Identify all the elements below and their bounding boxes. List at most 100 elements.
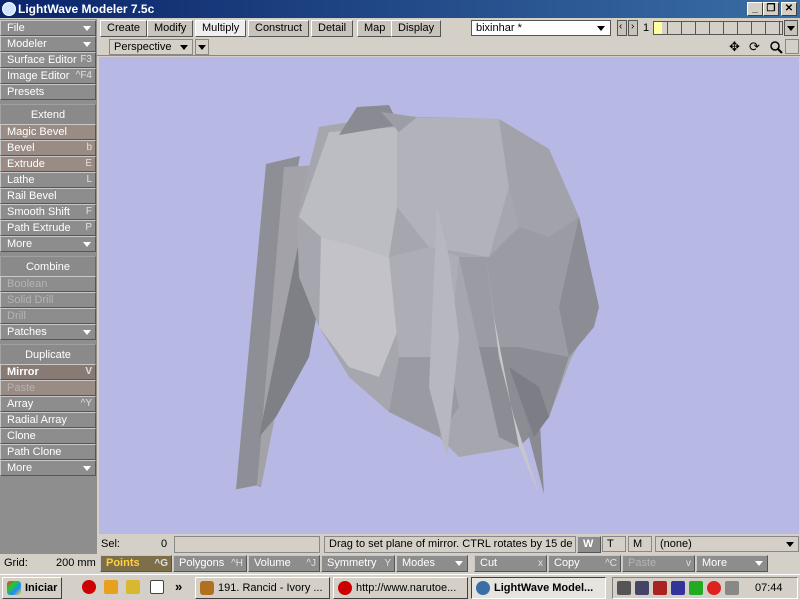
view-mode-select[interactable]: Perspective xyxy=(109,39,193,55)
w-toggle[interactable]: W xyxy=(577,536,601,553)
taskbar-item-winamp[interactable]: 191. Rancid - Ivory ... xyxy=(195,577,330,599)
quicklaunch-icon[interactable] xyxy=(150,580,164,594)
winamp-icon xyxy=(200,581,214,595)
tray-icon[interactable] xyxy=(707,581,721,595)
opera-quicklaunch-icon[interactable] xyxy=(82,580,96,594)
file-menu[interactable]: File xyxy=(0,20,96,36)
m-toggle[interactable]: M xyxy=(628,536,652,552)
chevron-down-icon xyxy=(83,26,91,31)
modeler-menu[interactable]: Modeler xyxy=(0,36,96,52)
arrow-left-icon: ‹ xyxy=(619,21,623,32)
duplicate-section-header: Duplicate xyxy=(0,344,96,366)
mirror-button[interactable]: Mirror V xyxy=(0,364,96,380)
polygons-label: Polygons xyxy=(179,557,225,569)
modes-menu[interactable]: Modes xyxy=(396,555,468,572)
smooth-shift-button[interactable]: Smooth Shift F xyxy=(0,204,96,220)
layer-menu-button[interactable] xyxy=(784,20,798,36)
paste-button-bottom[interactable]: Paste v xyxy=(622,555,695,572)
object-select[interactable]: bixinhar * xyxy=(471,20,611,36)
copy-button[interactable]: Copy ^C xyxy=(548,555,621,572)
tray-icon[interactable] xyxy=(671,581,685,595)
presets-label: Presets xyxy=(7,86,45,98)
zoom-view-icon[interactable] xyxy=(769,40,783,54)
surface-editor-button[interactable]: Surface Editor F3 xyxy=(0,52,96,68)
move-view-icon[interactable]: ✥ xyxy=(729,39,740,55)
extrude-label: Extrude xyxy=(7,158,45,170)
tab-multiply[interactable]: Multiply xyxy=(195,20,247,37)
tool-sidebar: File Modeler Surface Editor F3 Image Edit… xyxy=(0,19,97,554)
rail-bevel-button[interactable]: Rail Bevel xyxy=(0,188,96,204)
image-editor-button[interactable]: Image Editor ^F4 xyxy=(0,68,96,84)
active-layer-slot[interactable] xyxy=(654,22,662,34)
layer-bank-slots[interactable] xyxy=(653,21,783,35)
array-button[interactable]: Array ^Y xyxy=(0,396,96,412)
polygons-mode-button[interactable]: Polygons ^H xyxy=(173,555,247,572)
tray-icon[interactable] xyxy=(689,581,703,595)
rotate-view-icon[interactable]: ⟳ xyxy=(749,39,760,55)
grid-value: 200 mm xyxy=(56,557,96,569)
boolean-button[interactable]: Boolean xyxy=(0,276,96,292)
task-label: LightWave Model... xyxy=(494,582,594,594)
surface-select[interactable]: (none) xyxy=(655,536,799,552)
t-toggle[interactable]: T xyxy=(602,536,626,552)
drill-button[interactable]: Drill xyxy=(0,308,96,324)
arrow-right-icon: › xyxy=(631,21,635,32)
close-button[interactable]: ✕ xyxy=(781,2,797,16)
extend-more-menu[interactable]: More xyxy=(0,236,96,252)
taskbar-item-browser[interactable]: http://www.narutoe... xyxy=(333,577,468,599)
tray-icon[interactable] xyxy=(635,581,649,595)
tray-icon[interactable] xyxy=(725,581,739,595)
clone-label: Clone xyxy=(7,430,36,442)
tab-construct[interactable]: Construct xyxy=(248,20,310,37)
tab-display[interactable]: Display xyxy=(391,20,442,37)
more-label: More xyxy=(7,238,33,250)
quicklaunch-icon[interactable] xyxy=(104,580,118,594)
tab-create[interactable]: Create xyxy=(100,20,148,37)
minimize-button[interactable]: _ xyxy=(747,2,763,16)
rail-bevel-label: Rail Bevel xyxy=(7,190,57,202)
tab-modify[interactable]: Modify xyxy=(147,20,194,37)
view-options-button[interactable] xyxy=(195,39,209,55)
lathe-button[interactable]: Lathe L xyxy=(0,172,96,188)
extrude-button[interactable]: Extrude E xyxy=(0,156,96,172)
perspective-viewport[interactable] xyxy=(99,57,799,534)
window-title: LightWave Modeler 7.5c xyxy=(18,2,155,16)
bottom-more-menu[interactable]: More xyxy=(696,555,768,572)
layer-number: 1 xyxy=(643,22,650,34)
solid-drill-button[interactable]: Solid Drill xyxy=(0,292,96,308)
clone-button[interactable]: Clone xyxy=(0,428,96,444)
tab-detail[interactable]: Detail xyxy=(311,20,354,37)
symmetry-label: Symmetry xyxy=(327,557,377,569)
taskbar-item-lightwave[interactable]: LightWave Model... xyxy=(471,577,606,599)
restore-button[interactable]: ❐ xyxy=(763,2,779,16)
volume-mode-button[interactable]: Volume ^J xyxy=(248,555,320,572)
tab-map[interactable]: Map xyxy=(357,20,393,37)
path-extrude-button[interactable]: Path Extrude P xyxy=(0,220,96,236)
chevron-down-icon xyxy=(786,542,794,547)
task-label: 191. Rancid - Ivory ... xyxy=(218,582,323,594)
path-clone-button[interactable]: Path Clone xyxy=(0,444,96,460)
magic-bevel-button[interactable]: Magic Bevel xyxy=(0,124,96,140)
bevel-button[interactable]: Bevel b xyxy=(0,140,96,156)
duplicate-more-menu[interactable]: More xyxy=(0,460,96,476)
volume-icon[interactable] xyxy=(617,581,631,595)
shortcut-label: v xyxy=(686,558,691,569)
shortcut-label: ^J xyxy=(306,558,316,569)
start-button[interactable]: Iniciar xyxy=(2,577,62,599)
view-mode-label: Perspective xyxy=(114,41,172,53)
next-object-button[interactable]: › xyxy=(628,20,638,36)
radial-array-button[interactable]: Radial Array xyxy=(0,412,96,428)
patches-menu[interactable]: Patches xyxy=(0,324,96,340)
tab-bar: Create Modify Multiply Construct Detail … xyxy=(97,19,800,38)
prev-object-button[interactable]: ‹ xyxy=(617,20,627,36)
quicklaunch-more[interactable]: » xyxy=(175,579,182,594)
maximize-viewport-button[interactable] xyxy=(785,39,799,54)
points-mode-button[interactable]: Points ^G xyxy=(100,555,172,572)
cut-button[interactable]: Cut x xyxy=(474,555,547,572)
paste-button[interactable]: Paste xyxy=(0,380,96,396)
quicklaunch-icon[interactable] xyxy=(126,580,140,594)
paste-label: Paste xyxy=(7,382,36,394)
presets-button[interactable]: Presets xyxy=(0,84,96,100)
symmetry-toggle[interactable]: Symmetry Y xyxy=(321,555,395,572)
tray-icon[interactable] xyxy=(653,581,667,595)
